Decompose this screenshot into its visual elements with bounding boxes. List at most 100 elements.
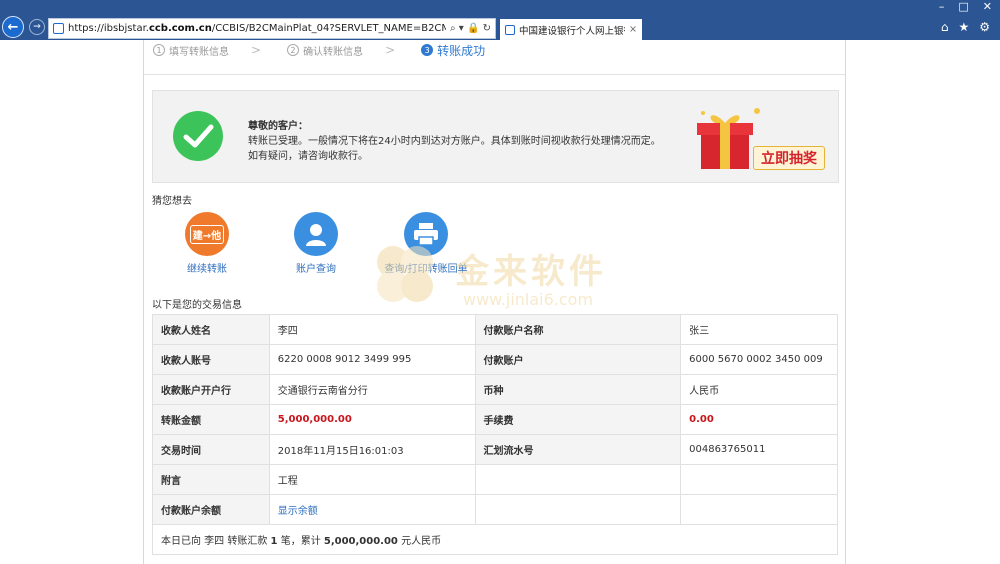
empty-cell [680, 464, 838, 495]
tab-favicon-icon [505, 24, 515, 35]
currency-value: 人民币 [680, 374, 838, 405]
serial-number-label: 汇划流水号 [474, 434, 682, 465]
table-row: 交易时间 2018年11月15日16:01:03 汇划流水号 004863765… [152, 434, 838, 465]
check-circle-icon [173, 111, 223, 161]
payee-account-value: 6220 0008 9012 3499 995 [268, 344, 476, 375]
table-row: 收款账户开户行 交通银行云南省分行 币种 人民币 [152, 374, 838, 405]
summary-prefix: 本日已向 李四 转账汇款 [161, 536, 271, 547]
empty-cell [474, 464, 682, 495]
step-label: 填写转账信息 [169, 46, 229, 58]
payee-name-label: 收款人姓名 [152, 314, 270, 345]
payee-bank-value: 交通银行云南省分行 [268, 374, 476, 405]
forward-button[interactable]: → [29, 19, 45, 35]
fee-value: 0.00 [680, 404, 838, 435]
home-icon[interactable]: ⌂ [941, 20, 949, 34]
message-line-1: 转账已受理。一般情况下将在24小时内到达对方账户。具体到账时间视收款行处理情况而… [248, 136, 661, 147]
empty-cell [680, 494, 838, 525]
page-icon [53, 23, 64, 34]
minimize-button[interactable]: – [939, 0, 945, 13]
quick-link-label: 账户查询 [296, 264, 336, 275]
summary-suffix: 元人民币 [397, 536, 442, 547]
remark-label: 附言 [152, 464, 270, 495]
quick-link-print-receipt[interactable]: 查询/打印转账回单 [381, 212, 471, 275]
amount-value: 5,000,000.00 [268, 404, 476, 435]
payee-account-label: 收款人账号 [152, 344, 270, 375]
payer-name-label: 付款账户名称 [474, 314, 682, 345]
success-message: 尊敬的客户： 转账已受理。一般情况下将在24小时内到达对方账户。具体到账时间视收… [248, 119, 661, 164]
transaction-info-title: 以下是您的交易信息 [152, 300, 242, 311]
summary-row: 本日已向 李四 转账汇款 1 笔，累计 5,000,000.00 元人民币 [152, 524, 838, 555]
table-row: 附言 工程 [152, 464, 838, 495]
favorites-icon[interactable]: ★ [958, 20, 969, 34]
payer-account-value: 6000 5670 0002 3450 009 [680, 344, 838, 375]
quick-link-label: 继续转账 [187, 264, 227, 275]
url-text[interactable]: https://ibsbjstar.ccb.com.cn/CCBIS/B2CMa… [68, 23, 446, 34]
progress-steps: 1 填写转账信息 > 2 确认转账信息 > 3 转账成功 [153, 42, 485, 58]
browser-tab[interactable]: 中国建设银行个人网上银行 × [500, 19, 642, 40]
url-prefix: https://ibsbjstar. [68, 23, 149, 34]
browser-toolbar: ⌂ ★ ⚙ [941, 20, 990, 34]
quick-link-account-query[interactable]: 账户查询 [271, 212, 361, 275]
payer-name-value: 张三 [680, 314, 838, 345]
quick-link-continue-transfer[interactable]: 建→他 继续转账 [162, 212, 252, 275]
payee-bank-label: 收款账户开户行 [152, 374, 270, 405]
arrow-left-icon: ← [7, 19, 19, 35]
maximize-button[interactable]: □ [958, 0, 968, 13]
summary-middle: 笔，累计 [277, 536, 324, 547]
table-row: 付款账户余额 显示余额 [152, 494, 838, 525]
suggestions-title: 猜您想去 [152, 196, 192, 207]
step-label: 转账成功 [437, 43, 486, 58]
url-rest: /CCBIS/B2CMainPlat_04?SERVLET_NAME=B2CMa… [211, 23, 446, 34]
close-window-button[interactable]: ✕ [983, 0, 992, 13]
table-row: 转账金额 5,000,000.00 手续费 0.00 [152, 404, 838, 435]
summary-count: 1 [270, 536, 278, 547]
tab-title: 中国建设银行个人网上银行 [519, 25, 626, 37]
step-label: 确认转账信息 [303, 46, 364, 58]
amount-label: 转账金额 [152, 404, 270, 435]
step-number: 1 [153, 44, 165, 56]
quick-link-label: 查询/打印转账回单 [384, 264, 468, 275]
divider [144, 74, 845, 75]
transaction-table: 收款人姓名 李四 付款账户名称 张三 收款人账号 6220 0008 9012 … [152, 314, 838, 555]
window-controls: – □ ✕ [939, 0, 992, 13]
step-number: 3 [421, 44, 434, 56]
show-balance-link[interactable]: 显示余额 [268, 494, 476, 525]
step-3: 3 转账成功 [421, 42, 485, 59]
success-panel: 尊敬的客户： 转账已受理。一般情况下将在24小时内到达对方账户。具体到账时间视收… [152, 90, 839, 183]
page-frame: 1 填写转账信息 > 2 确认转账信息 > 3 转账成功 尊敬的客户： 转账已受… [143, 40, 846, 564]
tab-close-button[interactable]: × [629, 24, 637, 35]
fee-label: 手续费 [474, 404, 682, 435]
currency-label: 币种 [474, 374, 682, 405]
step-2: 2 确认转账信息 [287, 43, 363, 58]
arrow-right-icon: → [33, 22, 41, 32]
payer-account-label: 付款账户 [474, 344, 682, 375]
url-domain: ccb.com.cn [148, 23, 212, 34]
balance-label: 付款账户余额 [152, 494, 270, 525]
transfer-summary: 本日已向 李四 转账汇款 1 笔，累计 5,000,000.00 元人民币 [152, 524, 838, 555]
message-line-2: 如有疑问，请咨询收款行。 [248, 151, 368, 162]
transfer-icon: 建→他 [185, 212, 229, 256]
printer-icon [404, 212, 448, 256]
empty-cell [474, 494, 682, 525]
step-1: 1 填写转账信息 [153, 43, 229, 58]
payee-name-value: 李四 [268, 314, 476, 345]
browser-chrome: – □ ✕ ← → https://ibsbjstar.ccb.com.cn/C… [0, 0, 1000, 40]
table-row: 收款人姓名 李四 付款账户名称 张三 [152, 314, 838, 345]
settings-icon[interactable]: ⚙ [979, 20, 990, 34]
back-button[interactable]: ← [2, 16, 24, 38]
table-row: 收款人账号 6220 0008 9012 3499 995 付款账户 6000 … [152, 344, 838, 375]
lottery-button[interactable]: 立即抽奖 [753, 146, 825, 170]
summary-amount: 5,000,000.00 [323, 536, 398, 547]
chevron-right-icon: > [385, 43, 396, 57]
address-tools[interactable]: ⌕ ▾ 🔒 ↻ [446, 23, 495, 34]
remark-value: 工程 [268, 464, 476, 495]
transaction-time-label: 交易时间 [152, 434, 270, 465]
greeting: 尊敬的客户： [248, 121, 308, 132]
transaction-time-value: 2018年11月15日16:01:03 [268, 434, 476, 465]
address-bar[interactable]: https://ibsbjstar.ccb.com.cn/CCBIS/B2CMa… [48, 18, 496, 39]
user-icon [294, 212, 338, 256]
transfer-icon-text: 建→他 [189, 224, 225, 244]
chevron-right-icon: > [251, 43, 262, 57]
serial-number-value: 004863765011 [680, 434, 838, 465]
step-number: 2 [287, 44, 300, 56]
